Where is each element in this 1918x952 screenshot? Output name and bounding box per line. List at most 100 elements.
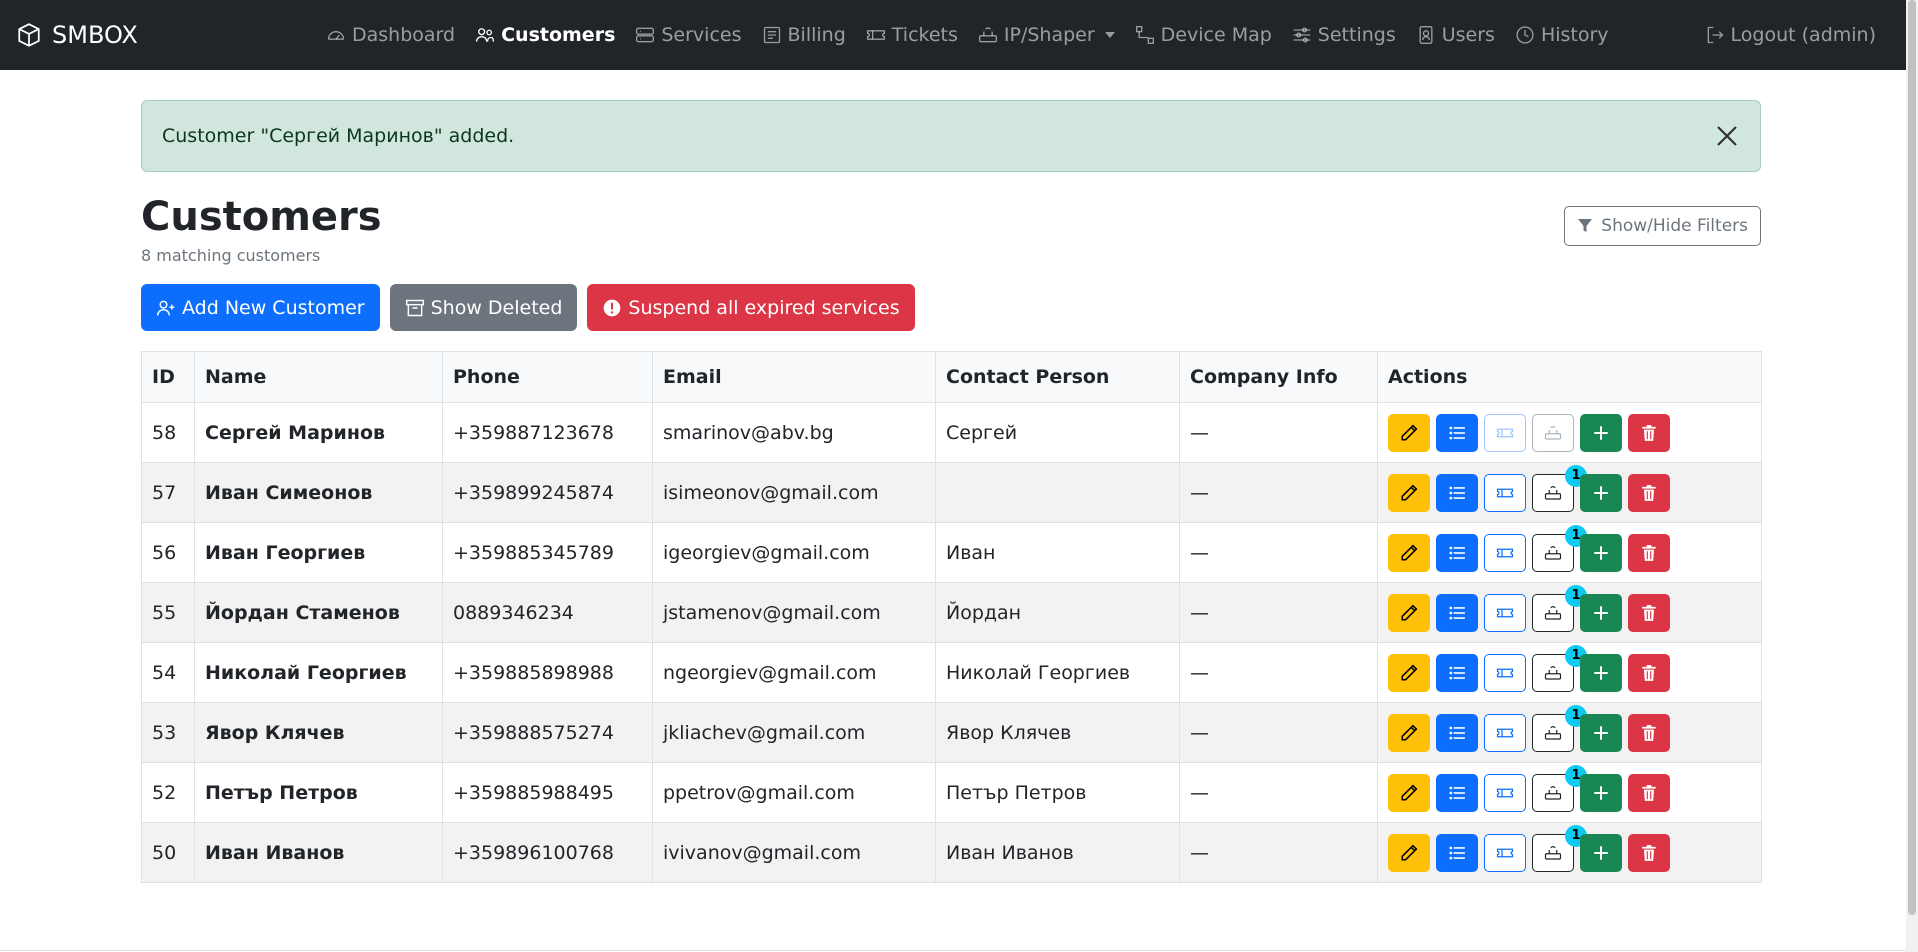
nav-ip-shaper[interactable]: IP/Shaper <box>978 24 1115 46</box>
tickets-button[interactable] <box>1484 653 1526 692</box>
ticket-icon <box>1496 788 1514 797</box>
services-list-button[interactable] <box>1436 653 1478 692</box>
nav-history[interactable]: History <box>1515 24 1609 46</box>
cell-email: jstamenov@gmail.com <box>652 582 936 643</box>
ip-shaper-button[interactable] <box>1532 413 1574 452</box>
services-list-button[interactable] <box>1436 413 1478 452</box>
table-row: 52 Петър Петров +359885988495 ppetrov@gmail… <box>141 762 1762 823</box>
ip-shaper-button[interactable]: 1 <box>1532 464 1587 512</box>
services-list-button[interactable] <box>1436 533 1478 572</box>
delete-button[interactable] <box>1628 413 1670 452</box>
table-row: 54 Николай Георгиев +359885898988 ngeorgiev… <box>141 642 1762 703</box>
row-actions: 1 <box>1388 824 1751 872</box>
scrollbar-thumb[interactable] <box>1908 0 1916 915</box>
cell-actions: 1 <box>1377 462 1762 523</box>
plus-icon <box>1594 785 1608 800</box>
table-row: 56 Иван Георгиев +359885345789 igeorgiev@gm… <box>141 522 1762 583</box>
tickets-button[interactable] <box>1484 533 1526 572</box>
delete-button[interactable] <box>1628 473 1670 512</box>
tickets-button[interactable] <box>1484 473 1526 512</box>
add-service-button[interactable] <box>1580 413 1622 452</box>
delete-button[interactable] <box>1628 653 1670 692</box>
edit-button[interactable] <box>1388 593 1430 632</box>
action-buttons: Add New Customer Show Deleted Suspend al… <box>141 284 1761 331</box>
suspend-expired-button[interactable]: Suspend all expired services <box>587 284 915 331</box>
add-service-button[interactable] <box>1580 593 1622 632</box>
services-list-button[interactable] <box>1436 473 1478 512</box>
plus-icon <box>1594 425 1608 440</box>
add-customer-button[interactable]: Add New Customer <box>141 284 380 331</box>
add-service-button[interactable] <box>1580 653 1622 692</box>
add-service-button[interactable] <box>1580 473 1622 512</box>
nav-dashboard[interactable]: Dashboard <box>326 24 455 46</box>
tickets-button[interactable] <box>1484 773 1526 812</box>
cell-id: 53 <box>141 702 195 763</box>
tickets-button[interactable] <box>1484 413 1526 452</box>
add-service-button[interactable] <box>1580 533 1622 572</box>
alert-close-button[interactable] <box>1714 123 1740 149</box>
nav-users[interactable]: Users <box>1416 24 1495 46</box>
logout-link[interactable]: Logout (admin) <box>1705 0 1876 70</box>
edit-button[interactable] <box>1388 713 1430 752</box>
edit-button[interactable] <box>1388 773 1430 812</box>
nav-settings[interactable]: Settings <box>1292 24 1396 46</box>
nav-billing[interactable]: Billing <box>762 24 846 46</box>
cell-actions: 1 <box>1377 762 1762 823</box>
toggle-filters-button[interactable]: Show/Hide Filters <box>1564 206 1761 246</box>
ip-shaper-button[interactable]: 1 <box>1532 824 1587 872</box>
edit-button[interactable] <box>1388 533 1430 572</box>
services-list-button[interactable] <box>1436 773 1478 812</box>
scrollbar[interactable] <box>1906 0 1918 952</box>
delete-button[interactable] <box>1628 713 1670 752</box>
cell-contact: Йордан <box>935 582 1180 643</box>
ip-shaper-button[interactable]: 1 <box>1532 644 1587 692</box>
add-service-button[interactable] <box>1580 833 1622 872</box>
nav-customers[interactable]: Customers <box>475 24 615 46</box>
delete-button[interactable] <box>1628 533 1670 572</box>
trash-icon <box>1642 424 1656 441</box>
tickets-button[interactable] <box>1484 833 1526 872</box>
cell-id: 57 <box>141 462 195 523</box>
trash-icon <box>1642 484 1656 501</box>
ip-shaper-button[interactable]: 1 <box>1532 584 1587 632</box>
delete-button[interactable] <box>1628 833 1670 872</box>
ticket-icon <box>1496 488 1514 497</box>
diagram-icon <box>1135 26 1154 44</box>
delete-button[interactable] <box>1628 593 1670 632</box>
main-nav: Dashboard Customers Services Billing Tic… <box>326 0 1609 70</box>
nav-tickets[interactable]: Tickets <box>866 24 958 46</box>
list-icon <box>1449 546 1465 559</box>
services-list-button[interactable] <box>1436 713 1478 752</box>
receipt-icon <box>763 26 780 44</box>
services-list-button[interactable] <box>1436 833 1478 872</box>
edit-button[interactable] <box>1388 413 1430 452</box>
edit-button[interactable] <box>1388 473 1430 512</box>
add-service-button[interactable] <box>1580 713 1622 752</box>
add-service-button[interactable] <box>1580 773 1622 812</box>
ip-shaper-button[interactable]: 1 <box>1532 524 1587 572</box>
row-actions: 1 <box>1388 584 1751 632</box>
pencil-icon <box>1401 424 1418 441</box>
show-deleted-button[interactable]: Show Deleted <box>389 284 578 331</box>
plus-icon <box>1594 485 1608 500</box>
edit-button[interactable] <box>1388 653 1430 692</box>
cell-phone: +359885898988 <box>442 642 653 703</box>
col-email: Email <box>652 351 936 403</box>
cell-contact: Явор Клячев <box>935 702 1180 763</box>
cell-phone: 0889346234 <box>442 582 653 643</box>
services-list-button[interactable] <box>1436 593 1478 632</box>
nav-services[interactable]: Services <box>635 24 742 46</box>
col-phone: Phone <box>442 351 653 403</box>
edit-button[interactable] <box>1388 833 1430 872</box>
brand-name: SMBOX <box>52 21 138 49</box>
pencil-icon <box>1401 604 1418 621</box>
cell-phone: +359899245874 <box>442 462 653 523</box>
nav-device-map[interactable]: Device Map <box>1135 24 1272 46</box>
cell-id: 55 <box>141 582 195 643</box>
ip-shaper-button[interactable]: 1 <box>1532 764 1587 812</box>
brand[interactable]: SMBOX <box>16 21 138 49</box>
delete-button[interactable] <box>1628 773 1670 812</box>
tickets-button[interactable] <box>1484 593 1526 632</box>
ip-shaper-button[interactable]: 1 <box>1532 704 1587 752</box>
tickets-button[interactable] <box>1484 713 1526 752</box>
